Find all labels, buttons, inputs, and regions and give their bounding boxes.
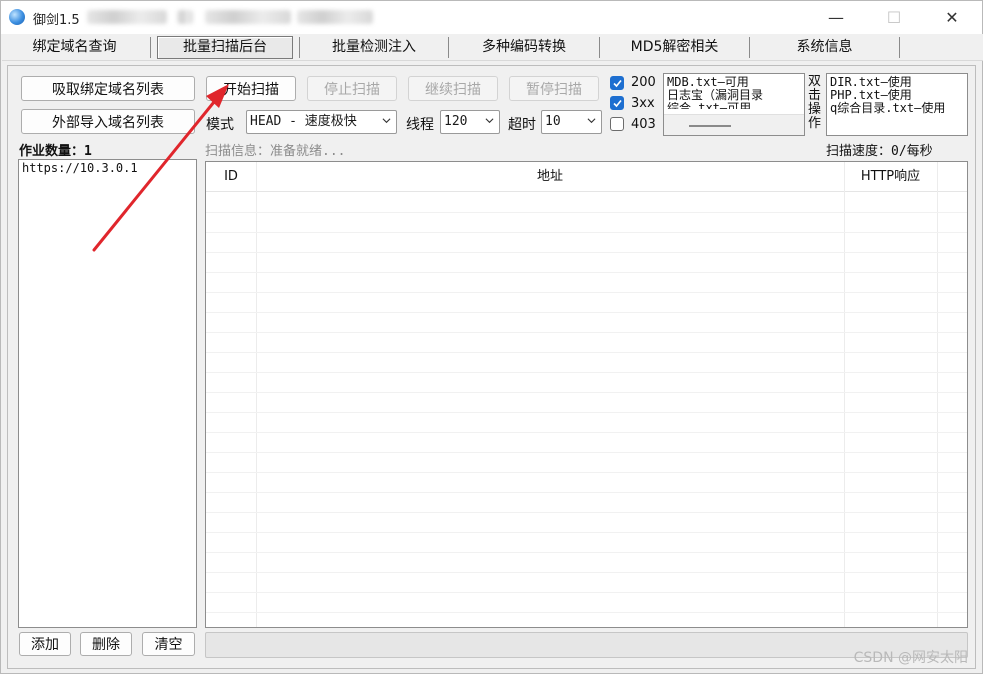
clear-button[interactable]: 清空 xyxy=(142,632,195,656)
mode-label: 模式 xyxy=(206,117,234,133)
redacted-title-part xyxy=(87,10,167,24)
table-row-line xyxy=(206,392,967,393)
tab-system-info[interactable]: 系统信息 xyxy=(750,34,899,60)
delete-button[interactable]: 删除 xyxy=(80,632,132,656)
minimize-button[interactable]: — xyxy=(807,1,865,34)
table-row-line xyxy=(206,412,967,413)
table-row-line xyxy=(206,372,967,373)
maximize-button[interactable]: ☐ xyxy=(865,1,923,34)
chevron-down-icon xyxy=(382,118,391,124)
timeout-select-value: 10 xyxy=(545,114,561,129)
title-bar: 御剑1.5 — ☐ ✕ xyxy=(1,1,982,34)
status-3xx-label: 3xx xyxy=(631,96,655,111)
threads-select[interactable]: 120 xyxy=(440,110,500,134)
table-row-line xyxy=(206,292,967,293)
list-item[interactable]: q综合目录.txt—使用 xyxy=(830,102,964,115)
stop-scan-button[interactable]: 停止扫描 xyxy=(307,76,397,101)
add-button[interactable]: 添加 xyxy=(19,632,71,656)
column-header-http-response[interactable]: HTTP响应 xyxy=(844,162,937,192)
table-row-line xyxy=(206,552,967,553)
list-item[interactable]: 综合.txt—可用 xyxy=(667,102,801,109)
table-row-line xyxy=(206,512,967,513)
tab-divider xyxy=(899,37,900,58)
table-row-line xyxy=(206,492,967,493)
table-row-line xyxy=(206,312,967,313)
close-icon: ✕ xyxy=(945,8,959,27)
main-tabs: 绑定域名查询 批量扫描后台 批量检测注入 多种编码转换 MD5解密相关 系统信息 xyxy=(2,34,983,61)
job-count-label: 作业数量：1 xyxy=(19,144,92,159)
status-200-checkbox[interactable] xyxy=(610,76,624,90)
status-403-checkbox[interactable] xyxy=(610,117,624,131)
status-3xx-checkbox[interactable] xyxy=(610,96,624,110)
table-row-line xyxy=(206,212,967,213)
threads-select-value: 120 xyxy=(444,114,468,129)
list-item[interactable]: https://10.3.0.1 xyxy=(22,162,193,175)
start-scan-button[interactable]: 开始扫描 xyxy=(206,76,296,101)
threads-label: 线程 xyxy=(406,117,434,133)
table-row-line xyxy=(206,352,967,353)
check-icon xyxy=(613,99,622,108)
double-click-label: 双击操作 xyxy=(808,74,822,131)
fetch-domains-button[interactable]: 吸取绑定域名列表 xyxy=(21,76,195,101)
table-row-line xyxy=(206,272,967,273)
redacted-title-part xyxy=(297,10,373,24)
table-row-line xyxy=(206,532,967,533)
window-title: 御剑1.5 xyxy=(33,13,80,28)
import-domains-button[interactable]: 外部导入域名列表 xyxy=(21,109,195,134)
table-row-line xyxy=(206,592,967,593)
table-header: ID 地址 HTTP响应 xyxy=(206,162,967,192)
list-item[interactable]: 日志宝（漏洞目录 xyxy=(667,89,801,102)
scrollbar-thumb[interactable] xyxy=(689,125,731,127)
mode-select-value: HEAD - 速度极快 xyxy=(250,114,357,129)
check-icon xyxy=(613,79,622,88)
redacted-title-part xyxy=(177,10,193,24)
table-row-line xyxy=(206,472,967,473)
scan-speed-label: 扫描速度：0/每秒 xyxy=(826,144,933,159)
redacted-title-part xyxy=(205,10,291,24)
dictionary-list-a[interactable]: MDB.txt—可用 日志宝（漏洞目录 综合.txt—可用 xyxy=(663,73,805,136)
pause-scan-button[interactable]: 暂停扫描 xyxy=(509,76,599,101)
tab-divider xyxy=(150,37,151,58)
continue-scan-button[interactable]: 继续扫描 xyxy=(408,76,498,101)
column-header-address[interactable]: 地址 xyxy=(256,162,844,192)
scrollbar[interactable] xyxy=(664,114,804,135)
tab-encoding-convert[interactable]: 多种编码转换 xyxy=(449,34,599,60)
app-logo-icon xyxy=(9,9,25,25)
dictionary-list-b[interactable]: DIR.txt—使用 PHP.txt—使用 q综合目录.txt—使用 xyxy=(826,73,968,136)
app-window: 御剑1.5 — ☐ ✕ 绑定域名查询 批量扫描后台 批量检测注入 多种编码转换 … xyxy=(0,0,983,674)
chevron-down-icon xyxy=(485,118,494,124)
table-row-line xyxy=(206,452,967,453)
chevron-down-icon xyxy=(587,118,596,124)
domain-list[interactable]: https://10.3.0.1 xyxy=(18,159,197,628)
minimize-icon: — xyxy=(828,8,844,27)
close-button[interactable]: ✕ xyxy=(923,1,981,34)
table-row-line xyxy=(206,572,967,573)
table-row-line xyxy=(206,232,967,233)
tab-md5-decrypt[interactable]: MD5解密相关 xyxy=(600,34,749,60)
column-header-id[interactable]: ID xyxy=(206,162,256,192)
tab-bind-domain-query[interactable]: 绑定域名查询 xyxy=(2,34,147,60)
table-row-line xyxy=(206,252,967,253)
table-row-line xyxy=(206,332,967,333)
timeout-select[interactable]: 10 xyxy=(541,110,602,134)
watermark: CSDN @网安太阳 xyxy=(853,650,968,666)
mode-select[interactable]: HEAD - 速度极快 xyxy=(246,110,397,134)
maximize-icon: ☐ xyxy=(886,8,902,27)
status-403-label: 403 xyxy=(631,117,656,132)
table-row-line xyxy=(206,432,967,433)
tab-batch-sql-injection[interactable]: 批量检测注入 xyxy=(300,34,448,60)
table-row-line xyxy=(206,612,967,613)
scan-info-label: 扫描信息：准备就绪... xyxy=(205,144,346,159)
status-200-label: 200 xyxy=(631,75,656,90)
tab-batch-scan-admin[interactable]: 批量扫描后台 xyxy=(157,36,293,59)
results-table[interactable]: ID 地址 HTTP响应 xyxy=(205,161,968,628)
timeout-label: 超时 xyxy=(508,117,536,133)
